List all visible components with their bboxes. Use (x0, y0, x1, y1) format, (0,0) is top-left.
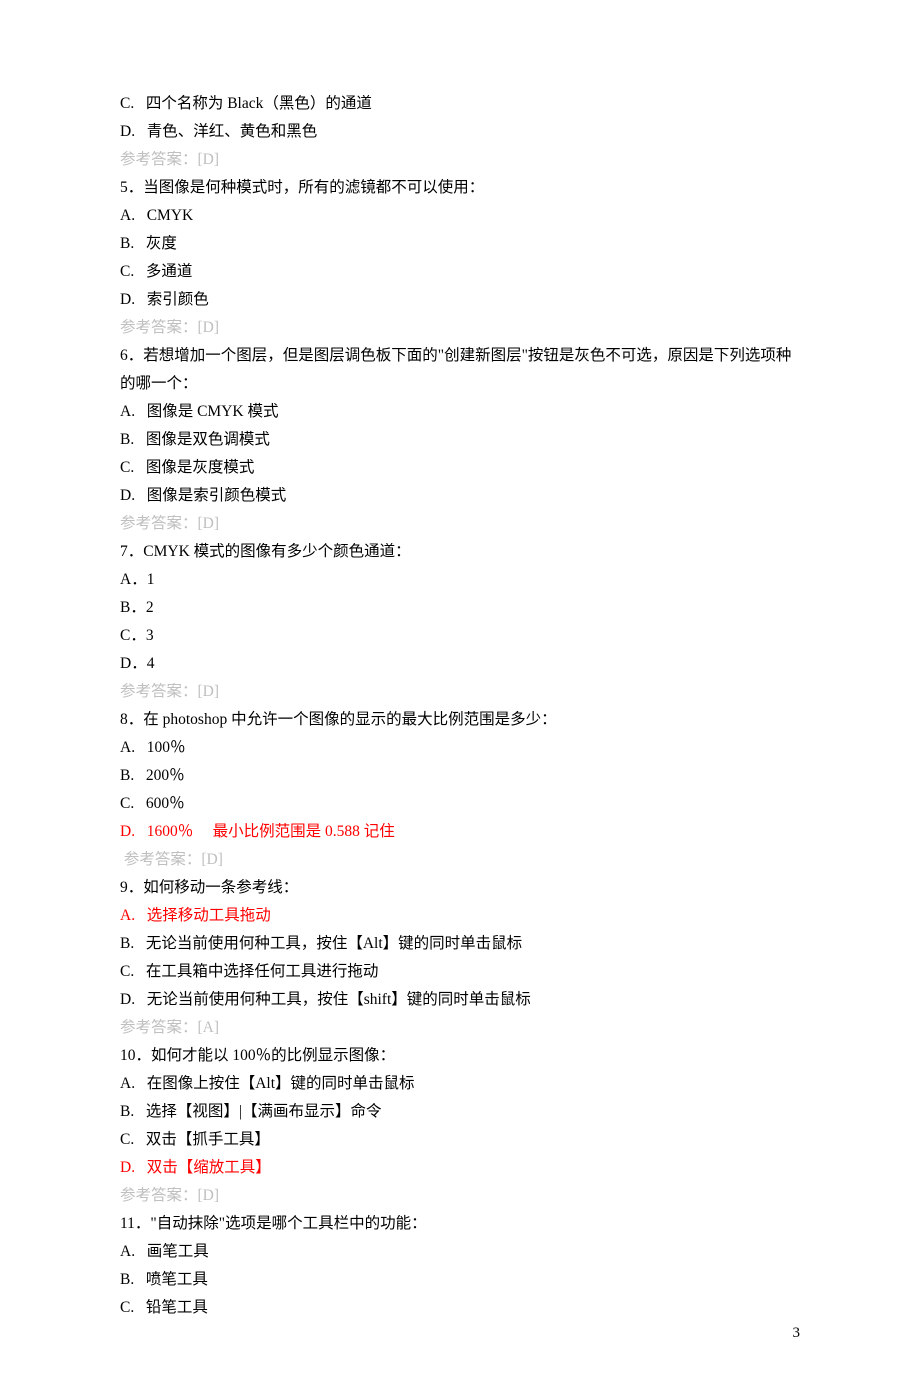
text-line: D. 双击【缩放工具】 (120, 1154, 800, 1182)
text-line: C. 600％ (120, 790, 800, 818)
text-line: 6．若想增加一个图层，但是图层调色板下面的"创建新图层"按钮是灰色不可选，原因是… (120, 342, 800, 398)
text-line: 参考答案：[D] (120, 314, 800, 342)
text-line: B. 喷笔工具 (120, 1266, 800, 1294)
text-line: D. 1600％ 最小比例范围是 0.588 记住 (120, 818, 800, 846)
text-line: A．1 (120, 566, 800, 594)
text-line: 参考答案：[D] (120, 678, 800, 706)
text-line: B. 选择【视图】|【满画布显示】命令 (120, 1098, 800, 1126)
text-line: B．2 (120, 594, 800, 622)
text-line: 参考答案：[D] (120, 1182, 800, 1210)
text-line: 参考答案：[D] (120, 510, 800, 538)
text-line: C. 铅笔工具 (120, 1294, 800, 1322)
text-line: A. CMYK (120, 202, 800, 230)
text-line: A. 100％ (120, 734, 800, 762)
text-line: 10．如何才能以 100％的比例显示图像： (120, 1042, 800, 1070)
text-line: C. 四个名称为 Black（黑色）的通道 (120, 90, 800, 118)
text-line: C. 在工具箱中选择任何工具进行拖动 (120, 958, 800, 986)
text-line: 8．在 photoshop 中允许一个图像的显示的最大比例范围是多少： (120, 706, 800, 734)
text-line: D．4 (120, 650, 800, 678)
text-line: A. 选择移动工具拖动 (120, 902, 800, 930)
text-line: C．3 (120, 622, 800, 650)
text-line: 5．当图像是何种模式时，所有的滤镜都不可以使用： (120, 174, 800, 202)
text-line: 7．CMYK 模式的图像有多少个颜色通道： (120, 538, 800, 566)
text-line: B. 200％ (120, 762, 800, 790)
text-line: 9．如何移动一条参考线： (120, 874, 800, 902)
page-number: 3 (793, 1325, 801, 1342)
text-line: D. 索引颜色 (120, 286, 800, 314)
text-line: A. 画笔工具 (120, 1238, 800, 1266)
text-line: 参考答案：[D] (120, 846, 800, 874)
text-line: D. 图像是索引颜色模式 (120, 482, 800, 510)
text-line: A. 图像是 CMYK 模式 (120, 398, 800, 426)
text-line: B. 灰度 (120, 230, 800, 258)
text-line: C. 图像是灰度模式 (120, 454, 800, 482)
document-content: C. 四个名称为 Black（黑色）的通道D. 青色、洋红、黄色和黑色参考答案：… (120, 90, 800, 1322)
text-line: D. 青色、洋红、黄色和黑色 (120, 118, 800, 146)
text-line: D. 无论当前使用何种工具，按住【shift】键的同时单击鼠标 (120, 986, 800, 1014)
text-line: B. 图像是双色调模式 (120, 426, 800, 454)
document-page: C. 四个名称为 Black（黑色）的通道D. 青色、洋红、黄色和黑色参考答案：… (0, 0, 920, 1382)
text-line: 11．"自动抹除"选项是哪个工具栏中的功能： (120, 1210, 800, 1238)
text-line: C. 多通道 (120, 258, 800, 286)
text-line: A. 在图像上按住【Alt】键的同时单击鼠标 (120, 1070, 800, 1098)
text-line: 参考答案：[A] (120, 1014, 800, 1042)
text-line: 参考答案：[D] (120, 146, 800, 174)
text-line: C. 双击【抓手工具】 (120, 1126, 800, 1154)
text-line: B. 无论当前使用何种工具，按住【Alt】键的同时单击鼠标 (120, 930, 800, 958)
